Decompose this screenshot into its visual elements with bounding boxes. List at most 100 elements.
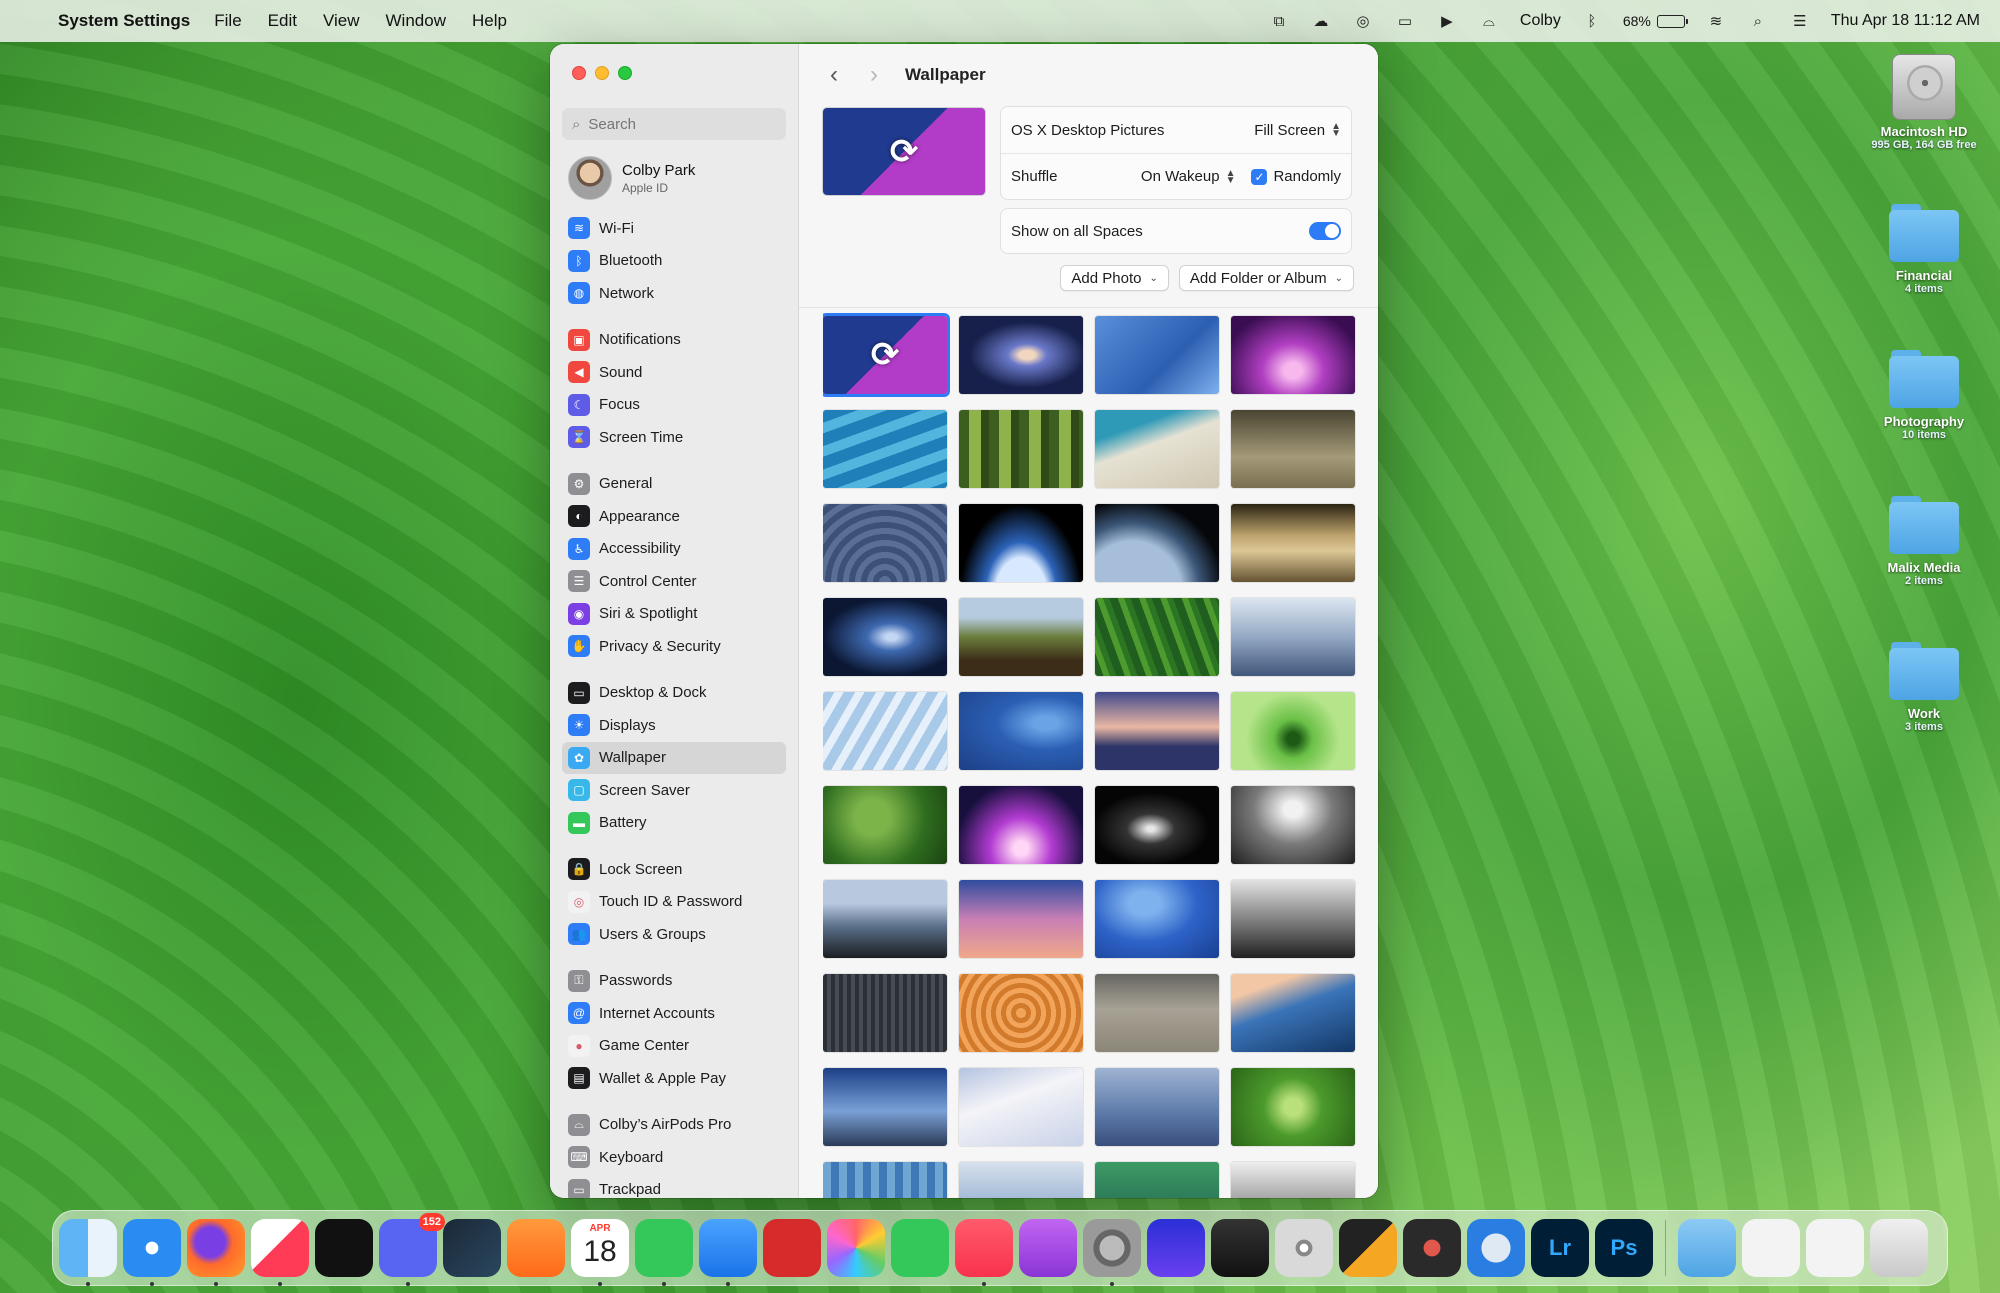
menu-edit[interactable]: Edit [268,11,297,31]
wallpaper-thumbnail[interactable] [1231,786,1355,864]
sidebar-item-wi-fi[interactable]: ≋ Wi-Fi [562,212,786,245]
zoom-window-button[interactable] [618,66,632,80]
sidebar-item-displays[interactable]: ☀ Displays [562,709,786,742]
sidebar-item-screen-time[interactable]: ⌛ Screen Time [562,421,786,454]
finder-app-icon[interactable] [59,1219,117,1286]
garageband-app-icon[interactable] [1211,1219,1269,1277]
wallpaper-thumbnail[interactable] [1095,1162,1219,1198]
lightroom-app-icon[interactable]: Lr [1531,1219,1589,1277]
wallpaper-thumbnail[interactable] [959,1068,1083,1146]
sidebar-item-keyboard[interactable]: ⌨ Keyboard [562,1141,786,1174]
wallpaper-thumbnail[interactable] [959,316,1083,394]
wallpaper-thumbnail[interactable] [1095,692,1219,770]
wallpaper-thumbnail[interactable] [959,974,1083,1052]
sidebar-item-bluetooth[interactable]: ᛒ Bluetooth [562,245,786,278]
wallpaper-thumbnail[interactable] [959,504,1083,582]
wallpaper-thumbnail[interactable] [1231,316,1355,394]
sidebar-item-focus[interactable]: ☾ Focus [562,389,786,422]
trash-icon[interactable] [1870,1219,1928,1277]
final-cut-app-icon[interactable] [1339,1219,1397,1277]
sidebar-item-privacy-security[interactable]: ✋ Privacy & Security [562,630,786,663]
desktop-item-photography[interactable]: Photography 10 items [1854,350,1994,441]
wallpaper-thumbnail[interactable] [823,598,947,676]
sidebar-item-appearance[interactable]: ◐ Appearance [562,500,786,533]
show-all-spaces-toggle[interactable] [1309,222,1341,240]
dvd-player-app-icon[interactable] [1275,1219,1333,1277]
randomly-checkbox[interactable]: ✓ [1251,168,1268,185]
sidebar-item-battery[interactable]: ▬ Battery [562,807,786,840]
sidebar-item-trackpad[interactable]: ▭ Trackpad [562,1174,786,1198]
add-folder-button[interactable]: Add Folder or Album ⌄ [1178,265,1354,291]
sidebar-item-screen-saver[interactable]: ▢ Screen Saver [562,774,786,807]
wallpaper-thumbnail[interactable] [959,598,1083,676]
sidebar-item-desktop-dock[interactable]: ▭ Desktop & Dock [562,677,786,710]
steam-app-icon[interactable] [443,1219,501,1277]
wallpaper-thumbnail[interactable] [823,786,947,864]
wallpaper-thumbnail[interactable] [1095,598,1219,676]
bluetooth-icon[interactable]: ᛒ [1581,12,1603,30]
fit-mode-popup[interactable]: Fill Screen ▲ ▼ [1254,122,1341,139]
sidebar-item-colby-s-airpods-pro[interactable]: ⌓ Colby’s AirPods Pro [562,1109,786,1142]
photo-booth-app-icon[interactable] [763,1219,821,1277]
forward-chevron-icon[interactable]: › [863,61,885,89]
sidebar-search[interactable]: ⌕ [562,108,786,140]
sidebar-item-network[interactable]: ◍ Network [562,277,786,310]
menu-help[interactable]: Help [472,11,507,31]
wallpaper-thumbnail[interactable] [959,410,1083,488]
wallpaper-thumbnail[interactable] [1095,974,1219,1052]
back-chevron-icon[interactable]: ‹ [823,61,845,89]
shuffle-frequency-popup[interactable]: On Wakeup ▲ ▼ [1141,168,1236,185]
sidebar-item-users-groups[interactable]: 👥 Users & Groups [562,918,786,951]
wallpaper-thumbnail[interactable] [1095,880,1219,958]
sidebar-item-wallet-apple-pay[interactable]: ▤ Wallet & Apple Pay [562,1062,786,1095]
wallpaper-thumbnail[interactable] [1095,1068,1219,1146]
recents-stack-icon[interactable] [1806,1219,1864,1277]
play-icon[interactable]: ▶ [1436,12,1458,30]
creative-cloud-icon[interactable]: ☁ [1310,12,1332,30]
sidebar-item-accessibility[interactable]: ♿ Accessibility [562,533,786,566]
downloads-stack-icon[interactable] [1678,1219,1736,1277]
stocks-app-icon[interactable] [315,1219,373,1277]
firefox-app-icon[interactable] [187,1219,245,1286]
pages-app-icon[interactable] [507,1219,565,1277]
sidebar-item-game-center[interactable]: ● Game Center [562,1030,786,1063]
airdrop-icon[interactable]: ◎ [1352,12,1374,30]
wallpaper-thumbnail[interactable] [959,692,1083,770]
wallpaper-thumbnail[interactable] [1231,504,1355,582]
wallpaper-thumbnail[interactable] [1231,880,1355,958]
desktop-item-macintosh-hd[interactable]: Macintosh HD 995 GB, 164 GB free [1854,54,1994,151]
wallpaper-thumbnail[interactable] [1231,1162,1355,1198]
sidebar-item-wallpaper[interactable]: ✿ Wallpaper [562,741,786,774]
menu-window[interactable]: Window [386,11,446,31]
calendar-app-icon[interactable]: APR 18 [571,1219,629,1286]
menu-file[interactable]: File [214,11,241,31]
safari-app-icon[interactable] [123,1219,181,1286]
airpods-icon[interactable]: ⌓ [1478,12,1500,30]
sidebar-item-touch-id-password[interactable]: ◎ Touch ID & Password [562,886,786,919]
wallpaper-thumbnail[interactable] [823,692,947,770]
control-center-icon[interactable]: ☰ [1789,12,1811,30]
apple-id-account[interactable]: Colby Park Apple ID [562,152,786,212]
audio-app-app-icon[interactable] [1147,1219,1205,1277]
wallpaper-thumbnail[interactable] [959,880,1083,958]
wallpaper-thumbnail[interactable] [823,410,947,488]
wallpaper-thumbnail[interactable] [1231,692,1355,770]
discord-app-icon[interactable]: 152 [379,1213,445,1286]
wallpaper-thumbnail[interactable] [823,1068,947,1146]
documents-stack-icon[interactable] [1742,1219,1800,1277]
wifi-icon[interactable]: ≋ [1705,12,1727,30]
wallpaper-thumbnail[interactable] [1095,316,1219,394]
desktop-item-financial[interactable]: Financial 4 items [1854,204,1994,295]
system-settings-app-icon[interactable] [1083,1219,1141,1286]
desktop-item-malix-media[interactable]: Malix Media 2 items [1854,496,1994,587]
music-app-icon[interactable] [955,1219,1013,1286]
quicktime-app-icon[interactable] [1467,1219,1525,1277]
sidebar-item-siri-spotlight[interactable]: ◉ Siri & Spotlight [562,598,786,631]
sidebar-item-sound[interactable]: ◀ Sound [562,356,786,389]
wallpaper-thumbnail[interactable] [1095,786,1219,864]
wallpaper-thumbnail[interactable] [823,880,947,958]
wallpaper-thumbnail[interactable] [1231,410,1355,488]
photos-app-icon[interactable] [827,1219,885,1277]
messages-app-icon[interactable] [635,1219,693,1286]
sidebar-item-lock-screen[interactable]: 🔒 Lock Screen [562,853,786,886]
